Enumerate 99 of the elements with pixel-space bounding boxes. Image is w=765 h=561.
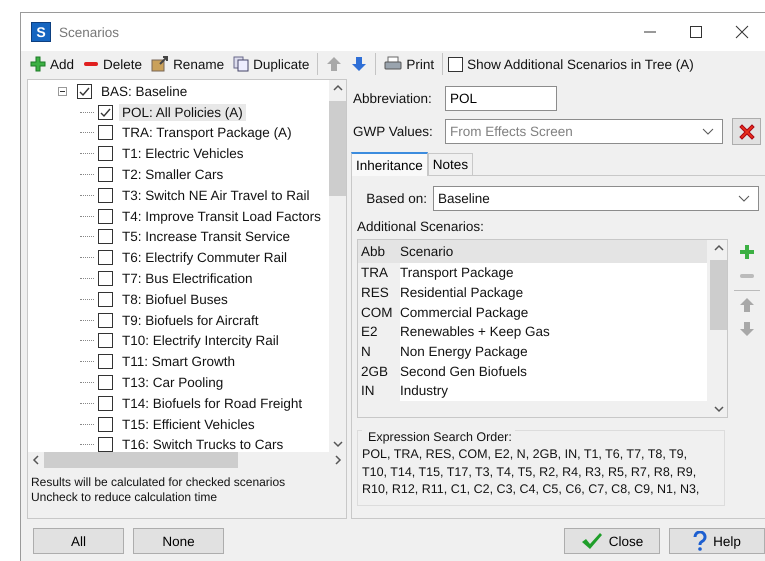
field-label: Abbreviation: — [352, 91, 433, 106]
gwp-dropdown[interactable]: From Effects Screen — [445, 119, 723, 144]
scenario-checkbox[interactable] — [98, 396, 113, 411]
table-cell-text: RES — [360, 285, 390, 300]
rename-icon — [151, 56, 170, 72]
table-cell-text: IN — [360, 383, 376, 398]
close-icon[interactable] — [735, 25, 749, 39]
scenario-checkbox[interactable] — [98, 437, 113, 452]
scenario-checkbox[interactable] — [77, 84, 92, 99]
copy-icon — [233, 56, 250, 72]
tree-item[interactable]: T15: Efficient Vehicles — [119, 416, 258, 433]
help-button[interactable]: Help — [669, 528, 765, 554]
select-button[interactable]: None — [133, 528, 224, 554]
scenario-checkbox[interactable] — [98, 146, 113, 162]
table-cell: Second Gen Biofuels — [400, 361, 707, 382]
tree-item[interactable]: T14: Biofuels for Road Freight — [119, 394, 306, 412]
arrow-up-icon — [326, 56, 342, 72]
scenario-checkbox[interactable] — [98, 104, 113, 120]
section-label: Additional Scenarios: — [357, 219, 485, 234]
abbreviation-field[interactable]: POL — [445, 86, 557, 111]
tree-item[interactable]: T2: Smaller Cars — [119, 166, 226, 184]
column-header[interactable]: Scenario — [400, 244, 707, 259]
hint-text: Uncheck to reduce calculation time — [31, 490, 218, 505]
based-on-dropdown[interactable]: Baseline — [433, 186, 759, 211]
select-button[interactable]: All — [33, 528, 124, 554]
rename-button[interactable]: Rename — [148, 54, 228, 74]
show-additional-checkbox[interactable]: Show Additional Scenarios in Tree (A) — [448, 56, 694, 72]
tree-item[interactable]: T4: Improve Transit Load Factors — [119, 208, 324, 225]
tree-item[interactable]: T5: Increase Transit Service — [119, 228, 294, 246]
table-cell: Commercial Package — [400, 302, 707, 322]
scenario-checkbox[interactable] — [98, 271, 113, 286]
vertical-scrollbar[interactable] — [329, 80, 346, 452]
tree-item[interactable]: T3: Switch NE Air Travel to Rail — [119, 186, 313, 204]
app-icon: S — [31, 22, 51, 42]
scenario-checkbox[interactable] — [98, 375, 113, 390]
search-order-text: R10, R12, R11, C1, C2, C3, C4, C5, C6, C7, C8, C9, N1, N3, — [362, 481, 700, 498]
tree-item[interactable]: T11: Smart Growth — [119, 353, 238, 370]
tab[interactable]: Notes — [428, 153, 474, 175]
table-cell: Transport Package — [400, 263, 707, 283]
tree-item[interactable]: T8: Biofuel Buses — [119, 290, 231, 308]
delete-button[interactable]: Delete — [80, 54, 146, 74]
cross-icon — [738, 122, 756, 140]
question-mark-icon — [693, 531, 708, 551]
window-title: Scenarios — [59, 24, 120, 40]
horizontal-scrollbar[interactable] — [28, 452, 346, 468]
print-button[interactable]: Print — [381, 54, 438, 74]
close-button[interactable]: Close — [564, 528, 660, 554]
table-cell: Non Energy Package — [400, 342, 707, 362]
add-button[interactable]: Add — [27, 54, 78, 74]
tree-item[interactable]: T9: Biofuels for Aircraft — [119, 312, 262, 329]
table-cell-text: N — [360, 344, 372, 360]
scenario-checkbox[interactable] — [98, 229, 113, 244]
arrow-down-icon — [351, 56, 368, 72]
table-cell-text: 2GB — [360, 364, 390, 379]
tree-item[interactable]: T7: Bus Electrification — [119, 270, 256, 288]
tree-item[interactable]: T16: Switch Trucks to Cars — [119, 436, 286, 454]
table-cell-text: E2 — [360, 324, 379, 340]
scenario-checkbox[interactable] — [98, 312, 113, 328]
tree-item[interactable]: POL: All Policies (A) — [119, 104, 246, 121]
tree-item[interactable]: T13: Car Pooling — [119, 374, 226, 392]
scenario-checkbox[interactable] — [98, 292, 113, 307]
tree-item[interactable]: TRA: Transport Package (A) — [119, 124, 295, 142]
tree-item[interactable]: T6: Electrify Commuter Rail — [119, 249, 290, 266]
arrow-up-icon — [739, 297, 755, 313]
search-order-text: T10, T14, T15, T17, T3, T4, T5, R2, R4, R3, R5, R7, R8, R9, — [362, 464, 698, 480]
field-label: Based on: — [365, 191, 428, 206]
table-cell-text: TRA — [360, 265, 389, 280]
scenario-checkbox[interactable] — [98, 167, 113, 182]
plus-icon — [30, 56, 46, 72]
hint-text: Results will be calculated for checked scenarios — [31, 475, 286, 490]
tree-item[interactable]: T1: Electric Vehicles — [119, 145, 247, 162]
table-cell: Residential Package — [400, 282, 707, 302]
maximize-icon[interactable] — [689, 25, 703, 39]
collapse-icon[interactable] — [58, 86, 67, 96]
scenario-checkbox[interactable] — [98, 354, 113, 370]
chevron-down-icon[interactable] — [702, 128, 714, 136]
clear-button[interactable] — [732, 118, 761, 145]
scenario-checkbox[interactable] — [98, 333, 113, 348]
table-cell: Renewables + Keep Gas — [400, 322, 707, 342]
arrow-down-icon — [739, 321, 755, 337]
scenario-checkbox[interactable] — [98, 416, 113, 432]
chevron-down-icon — [738, 194, 750, 202]
tree-item[interactable]: T10: Electrify Intercity Rail — [119, 332, 282, 350]
tree-item[interactable]: BAS: Baseline — [98, 82, 190, 100]
scenario-checkbox[interactable] — [98, 250, 113, 266]
scenario-checkbox[interactable] — [98, 208, 113, 224]
scenario-checkbox[interactable] — [98, 188, 113, 203]
printer-icon — [384, 56, 402, 72]
field-label: GWP Values: — [352, 124, 434, 139]
table-cell-text: COM — [360, 304, 394, 320]
column-header[interactable]: Abb — [358, 244, 400, 259]
checkmark-icon — [580, 532, 603, 550]
group-label: Expression Search Order: — [362, 430, 515, 444]
table-cell: Industry — [400, 381, 707, 401]
tab[interactable]: Inheritance — [351, 152, 428, 176]
scenario-checkbox[interactable] — [98, 125, 113, 140]
search-order-text: POL, TRA, RES, COM, E2, N, 2GB, IN, T1, T6, T7, T8, T9, — [362, 446, 688, 463]
plus-icon — [739, 244, 755, 260]
duplicate-button[interactable]: Duplicate — [230, 54, 312, 74]
